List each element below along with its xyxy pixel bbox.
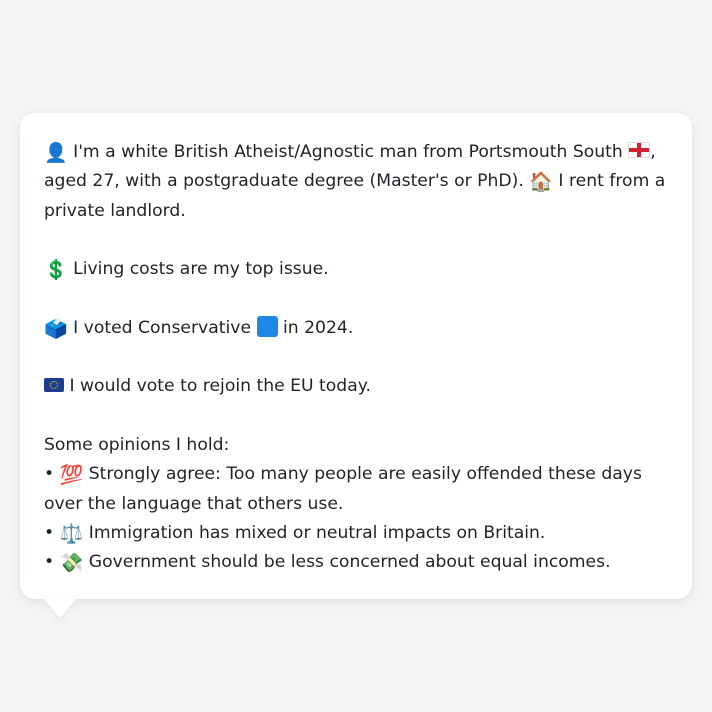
bullet: • [44, 522, 55, 543]
eu-flag-icon [44, 378, 64, 393]
eu-stance: I would vote to rejoin the EU today. [44, 372, 668, 401]
chat-bubble: 👤 I'm a white British Atheist/Agnostic m… [20, 113, 692, 599]
hundred-points-icon: 💯 [59, 464, 84, 487]
balance-scale-icon: ⚖️ [59, 522, 84, 545]
profile-intro-text-a: I'm a white British Atheist/Agnostic man… [73, 142, 623, 162]
opinion-item: • 💯 Strongly agree: Too many people are … [44, 460, 668, 519]
dollar-icon: 💲 [44, 259, 68, 282]
vote-text-a: I voted Conservative [73, 317, 252, 338]
ballot-box-icon: 🗳️ [44, 317, 68, 340]
vote-history: 🗳️ I voted Conservative in 2024. [44, 314, 668, 343]
bullet: • [44, 552, 55, 573]
opinion-item: • 💸 Government should be less concerned … [44, 548, 668, 577]
house-icon: 🏠 [529, 171, 553, 194]
blue-square-icon [256, 315, 278, 337]
money-with-wings-icon: 💸 [59, 552, 84, 575]
eu-stance-text: I would vote to rejoin the EU today. [69, 376, 371, 397]
opinion-text: Government should be less concerned abou… [88, 552, 611, 573]
bullet: • [44, 464, 55, 485]
profile-intro: 👤 I'm a white British Atheist/Agnostic m… [44, 138, 668, 226]
opinions-heading: Some opinions I hold: [44, 434, 230, 455]
england-flag-icon [628, 142, 651, 158]
opinion-item: • ⚖️ Immigration has mixed or neutral im… [44, 519, 668, 548]
top-issue: 💲 Living costs are my top issue. [44, 255, 668, 284]
opinion-text: Strongly agree: Too many people are easi… [44, 464, 642, 514]
top-issue-text: Living costs are my top issue. [73, 259, 329, 280]
vote-text-b: in 2024. [282, 317, 354, 338]
person-icon: 👤 [44, 142, 68, 164]
page: 👤 I'm a white British Atheist/Agnostic m… [0, 0, 712, 712]
bubble-tail [42, 597, 78, 618]
opinion-text: Immigration has mixed or neutral impacts… [88, 522, 546, 543]
